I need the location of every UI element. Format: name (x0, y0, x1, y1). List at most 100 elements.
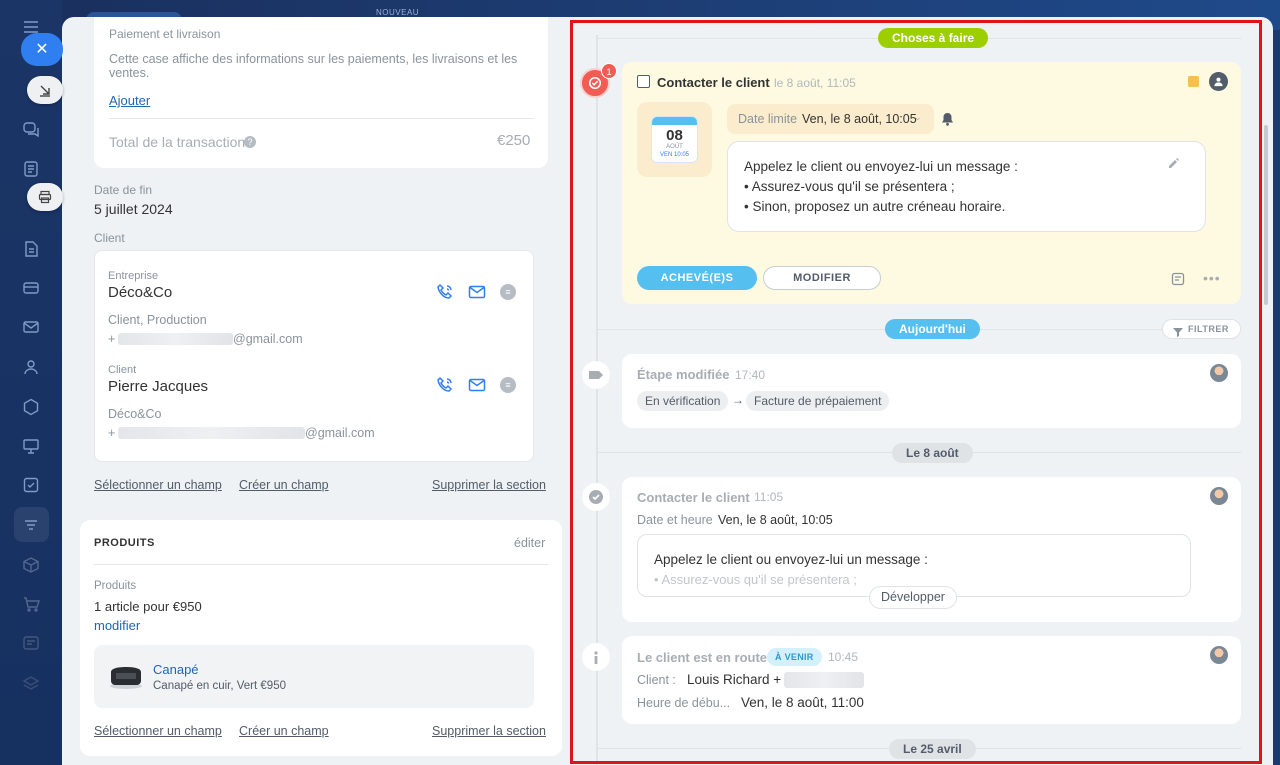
company-subtitle: Client, Production (108, 313, 207, 327)
add-payment-link[interactable]: Ajouter (109, 93, 150, 108)
phone-icon[interactable] (436, 376, 454, 394)
company-email-suffix[interactable]: @gmail.com (233, 332, 303, 346)
on-the-way-time: 10:45 (828, 650, 859, 664)
responsible-user-icon[interactable] (1209, 72, 1228, 91)
products-card (80, 520, 562, 756)
stage-to-chip: Facture de prépaiement (746, 391, 890, 411)
completed-date-label: Date et heure (637, 513, 713, 527)
new-label: NOUVEAU (376, 8, 420, 17)
cart-icon[interactable] (22, 595, 40, 613)
delete-section-link[interactable]: Supprimer la section (432, 724, 546, 738)
presentation-icon[interactable] (22, 437, 40, 455)
chat-bubble-icon[interactable]: ≡ (500, 284, 516, 300)
stage-event-icon (582, 361, 610, 389)
phone-icon[interactable] (436, 283, 454, 301)
task-checkbox[interactable] (637, 75, 650, 88)
funnel-icon[interactable] (1173, 324, 1183, 337)
completed-task-icon (582, 483, 610, 511)
expand-button[interactable]: Développer (869, 586, 957, 609)
mark-done-button[interactable]: ACHEVÉ(E)S (637, 266, 757, 290)
calendar-day: 08 (666, 127, 683, 144)
note-icon[interactable] (1171, 272, 1185, 286)
invoice-icon[interactable] (22, 634, 40, 652)
mail-icon[interactable] (468, 283, 486, 301)
chat-icon[interactable] (22, 120, 40, 138)
checkbox-icon[interactable] (22, 476, 40, 494)
user-avatar[interactable] (1210, 364, 1228, 382)
task-time: le 8 août, 11:05 (774, 76, 856, 90)
mail-icon[interactable] (22, 318, 40, 336)
notification-badge: 1 (601, 63, 617, 79)
mail-icon[interactable] (468, 376, 486, 394)
client-section-label: Client (94, 231, 125, 245)
calendar-month: AOÛT (666, 144, 683, 150)
hexagon-icon[interactable] (22, 398, 40, 416)
stage-time: 17:40 (735, 368, 766, 382)
completed-task-title[interactable]: Contacter le client (637, 490, 750, 505)
user-avatar[interactable] (1210, 487, 1228, 505)
company-type-label: Entreprise (108, 270, 159, 282)
pencil-icon[interactable] (1168, 156, 1180, 168)
payment-label: Paiement et livraison (109, 27, 221, 41)
deadline-value[interactable]: Ven, le 8 août, 10:05 (802, 112, 917, 126)
completed-task-time: 11:05 (754, 490, 784, 504)
completed-date-value: Ven, le 8 août, 10:05 (718, 513, 833, 527)
color-marker-icon[interactable] (1188, 76, 1199, 87)
box-icon[interactable] (22, 556, 40, 574)
layers-icon[interactable] (22, 674, 40, 692)
create-field-link[interactable]: Créer un champ (239, 478, 329, 492)
start-time-value: Ven, le 8 août, 11:00 (741, 695, 864, 710)
deadline-label: Date limite (738, 112, 798, 126)
help-icon[interactable]: ? (244, 136, 256, 148)
info-icon (582, 643, 610, 671)
more-options-icon[interactable]: ••• (1203, 270, 1221, 286)
date-pill: Le 25 avril (889, 739, 976, 759)
task-message-line: Appelez le client ou envoyez-lui un mess… (744, 159, 1018, 174)
total-value: €250 (497, 132, 531, 149)
delete-section-link[interactable]: Supprimer la section (432, 478, 546, 492)
date-pill: Le 8 août (892, 443, 973, 463)
print-button[interactable] (27, 183, 63, 211)
contact-email-suffix[interactable]: @gmail.com (305, 426, 375, 440)
chat-bubble-icon[interactable]: ≡ (500, 377, 516, 393)
create-field-link[interactable]: Créer un champ (239, 724, 329, 738)
file-icon[interactable] (22, 240, 40, 258)
product-description: Canapé en cuir, Vert €950 (153, 680, 286, 692)
contact-name[interactable]: Pierre Jacques (108, 378, 208, 395)
card-icon[interactable] (22, 279, 40, 297)
products-summary: 1 article pour €950 (94, 599, 202, 614)
task-message-line: • Assurez-vous qu'il se présentera ; (744, 179, 955, 194)
filter-funnel-icon[interactable] (22, 516, 40, 534)
stage-from-chip: En vérification (637, 391, 729, 411)
calendar-sub: VEN 10:05 (659, 152, 690, 158)
modify-task-button[interactable]: MODIFIER (763, 266, 881, 290)
task-title[interactable]: Contacter le client (657, 75, 770, 90)
company-phone-prefix: + (108, 332, 116, 346)
client-field-value[interactable]: Louis Richard + (687, 672, 781, 687)
sofa-thumbnail-icon (108, 664, 144, 690)
document-icon[interactable] (22, 160, 40, 178)
contacts-icon[interactable] (22, 358, 40, 376)
user-avatar[interactable] (1210, 646, 1228, 664)
modify-products-link[interactable]: modifier (94, 618, 140, 633)
today-pill: Aujourd'hui (885, 319, 980, 339)
left-navigation (0, 0, 62, 765)
bell-icon[interactable] (941, 112, 954, 126)
redacted-phone (784, 672, 864, 688)
divider (109, 118, 534, 119)
select-field-link[interactable]: Sélectionner un champ (94, 478, 222, 492)
filter-label[interactable]: FILTRER (1188, 324, 1229, 334)
timeline-scrollbar[interactable] (1264, 125, 1268, 305)
close-button[interactable]: ✕ (21, 33, 63, 66)
contact-subtitle: Déco&Co (108, 407, 162, 421)
edit-products-link[interactable]: éditer (514, 536, 545, 550)
minimize-button[interactable] (27, 76, 63, 104)
company-name[interactable]: Déco&Co (108, 284, 172, 301)
select-field-link[interactable]: Sélectionner un champ (94, 724, 222, 738)
stage-title: Étape modifiée (637, 367, 730, 382)
chevron-down-icon[interactable]: ⌄ (914, 112, 922, 123)
completed-message-line: • Assurez-vous qu'il se présentera ; (654, 572, 857, 587)
product-name[interactable]: Canapé (153, 662, 199, 677)
task-message-line: • Sinon, proposez un autre créneau horai… (744, 199, 1006, 214)
client-field-label: Client : (637, 673, 676, 687)
